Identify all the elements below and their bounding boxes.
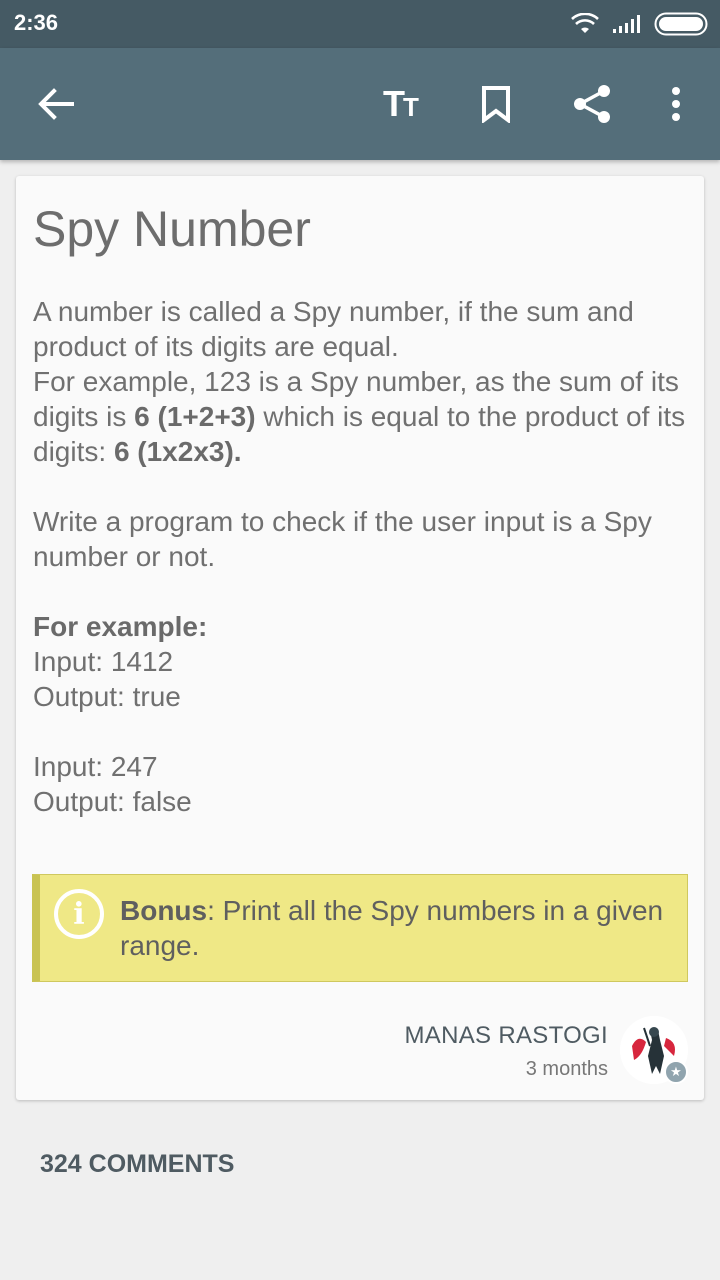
info-icon: i — [54, 889, 104, 939]
post-time: 3 months — [525, 1058, 608, 1080]
article-title: Spy Number — [33, 201, 311, 257]
status-icons — [570, 10, 708, 38]
paragraph-example: For example, 123 is a Spy number, as the… — [33, 366, 686, 467]
signal-icon — [613, 15, 640, 33]
example-2-output: Output: false — [33, 786, 192, 817]
article-card: Spy Number A number is called a Spy numb… — [16, 176, 704, 1100]
share-button[interactable] — [560, 48, 624, 160]
back-button[interactable] — [24, 48, 88, 160]
back-arrow-icon — [38, 88, 74, 120]
example-1-output: Output: true — [33, 681, 181, 712]
example-1-input: Input: 1412 — [33, 646, 174, 677]
text-size-icon: TT — [383, 83, 419, 124]
avatar[interactable]: ★ — [620, 1016, 688, 1084]
app-bar: TT — [0, 48, 720, 160]
article-body: A number is called a Spy number, if the … — [33, 294, 693, 819]
comments-count[interactable]: 324 COMMENTS — [40, 1150, 234, 1179]
status-time: 2:36 — [14, 10, 59, 35]
status-bar: 2:36 — [0, 0, 720, 48]
author-info[interactable]: MANAS RASTOGI 3 months — [405, 1022, 609, 1081]
paragraph-definition: A number is called a Spy number, if the … — [33, 296, 634, 362]
battery-icon — [654, 12, 708, 36]
example-heading: For example: — [33, 611, 208, 642]
more-vert-icon — [672, 87, 680, 121]
bookmark-button[interactable] — [464, 48, 528, 160]
author-name[interactable]: MANAS RASTOGI — [405, 1022, 609, 1050]
bonus-callout: i Bonus: Print all the Spy numbers in a … — [32, 874, 688, 982]
badge-star-icon: ★ — [664, 1060, 688, 1084]
paragraph-task: Write a program to check if the user inp… — [33, 506, 652, 572]
text-size-button[interactable]: TT — [368, 48, 432, 160]
share-icon — [574, 85, 610, 123]
more-options-button[interactable] — [644, 48, 708, 160]
bonus-text: Bonus: Print all the Spy numbers in a gi… — [120, 895, 664, 961]
bookmark-icon — [482, 86, 510, 123]
wifi-icon — [571, 13, 599, 33]
example-2-input: Input: 247 — [33, 751, 158, 782]
